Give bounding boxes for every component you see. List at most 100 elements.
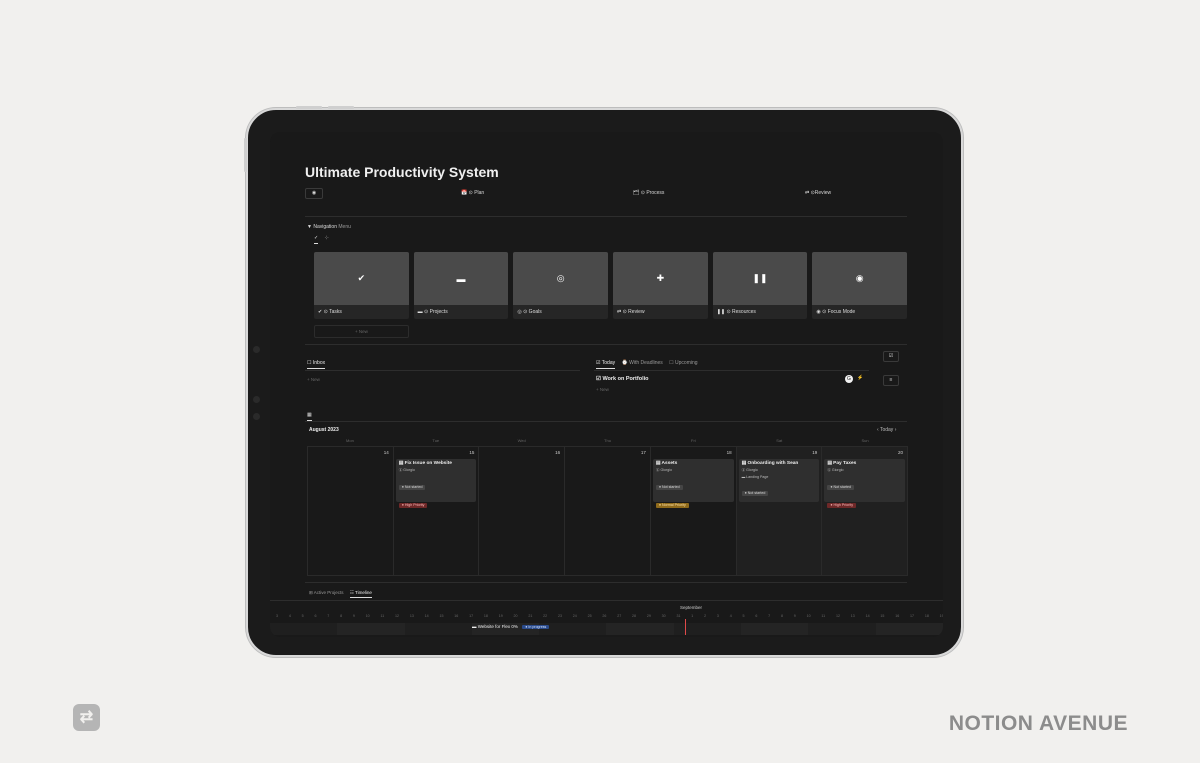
timeline-day-header: 3 4 5 6 7 8 9 10 11 12 13 14 15 16 17 18 19 20 21 22 23 24 25 2… [276,614,943,618]
status-badge: ● Not started [741,491,769,496]
checkbox-button[interactable]: ☑ [883,351,899,362]
timeline-day-label: 17 [910,614,915,618]
timeline-day-label: 5 [301,614,304,618]
resources-card[interactable]: ❚❚ ❚❚ ⊙ Resources [712,252,808,319]
timeline-day-label: 20 [513,614,518,618]
timeline-day-label: 9 [793,614,796,618]
calendar-day[interactable]: 14 [308,447,394,575]
timeline-day-label: 3 [716,614,719,618]
timeline-day-label: 19 [939,614,943,618]
day-number: 14 [383,450,389,455]
volume-button [296,106,322,109]
tab-active-projects[interactable]: ⊞ Active Projects [309,590,344,595]
review-link[interactable]: ⇄ ⊙Review [805,190,831,196]
timeline-day-label: 8 [340,614,343,618]
process-link[interactable]: 🗂 ⊙ Process [633,190,664,196]
tasks-card[interactable]: ✔ ✔ ⊙ Tasks [314,252,409,319]
gallery-view-tab[interactable]: ✓ [314,235,319,244]
priority-badge: ● High Priority [827,503,857,508]
page-title: Ultimate Productivity System [305,164,499,180]
timeline-day-label: 26 [602,614,607,618]
calendar-day[interactable]: 20 ▤ Pay Taxes ⓖ Giorgio ● Not started ●… [822,447,908,575]
event-assignee: ⓖ Giorgio [655,468,673,472]
focus-mode-card[interactable]: ◉ ◉ ⊙ Focus Mode [812,252,908,319]
calendar-event[interactable]: ▤ Fix Issue on Website ⓖ Giorgio ● Not s… [395,459,477,508]
calendar-event[interactable]: ▤ Pay Taxes ⓖ Giorgio ● Not started ● Hi… [824,459,906,508]
plus-message-icon: ✚ [613,252,708,305]
weekday-label: Mon [346,438,354,443]
tab-today[interactable]: ☑ Today [596,360,616,369]
day-number: 16 [555,450,561,455]
timeline-day-label: 28 [632,614,637,618]
weekday-label: Sat [776,438,783,443]
calendar-day[interactable]: 18 ▤ Assets ⓖ Giorgio ● Not started ● No… [651,447,737,575]
weekday-label: Tue [432,438,440,443]
divider [305,421,907,422]
divider [305,216,907,217]
navigation-toggle[interactable]: ▼ Navigation Menu [307,224,351,230]
eye-icon: ◉ [812,252,908,305]
calendar-day[interactable]: 15 ▤ Fix Issue on Website ⓖ Giorgio ● No… [394,447,480,575]
sensor-dot [253,413,260,420]
weekday-label: Sun [861,438,869,443]
calendar-event[interactable]: ▤ Assets ⓖ Giorgio ● Not started ● Norma… [652,459,734,508]
calendar-event[interactable]: ▤ Onboarding with Sean ⓖ Giorgio ▬ Landi… [738,459,820,502]
review-card[interactable]: ✚ ⇄ ⊙ Review [613,252,708,319]
divider [305,582,907,583]
weekday-label: Thu [604,438,611,443]
calendar-day[interactable]: 19 ▤ Onboarding with Sean ⓖ Giorgio ▬ La… [736,447,823,575]
status-badge: ● Not started [398,485,426,490]
weekday-header: Mon Tue Wed Thu Fri Sat Sun [307,438,908,443]
task-new-button[interactable]: + New [596,387,609,392]
calendar-day[interactable]: 16 [479,447,566,575]
timeline-day-label: 4 [729,614,732,618]
timeline-day-label: 4 [288,614,291,618]
volume-button [328,106,354,109]
timeline-day-label: 15 [880,614,885,618]
tab-timeline[interactable]: ☷ Timeline [349,590,372,598]
event-title: ▤ Assets [655,461,678,466]
timeline-month: September [680,605,703,610]
day-number: 15 [469,450,475,455]
event-title: ▤ Fix Issue on Website [398,461,452,466]
inbox-new-button[interactable]: + New [307,377,320,382]
tab-with-deadlines[interactable]: ⌚ With Deadlines [622,360,663,366]
timeline-day-label: 10 [806,614,811,618]
calendar-nav[interactable]: ‹ Today › [877,427,896,433]
timeline-day-label: 23 [557,614,562,618]
event-assignee: ⓖ Giorgio [827,468,844,472]
timeline-day-label: 13 [409,614,414,618]
projects-card[interactable]: ▬ ▬ ⊙ Projects [413,252,509,319]
target-icon: ◎ [513,252,609,305]
calendar-day[interactable]: 17 [565,447,651,575]
event-project: ▬ Landing Page [741,475,769,479]
tab-upcoming[interactable]: ☐ Upcoming [669,360,697,366]
inbox-tab[interactable]: ☐ Inbox [307,360,326,369]
folder-icon: ▬ [413,252,509,305]
plan-link[interactable]: 📅 ⊙ Plan [461,190,484,196]
divider [305,344,907,345]
tablet-frame: Ultimate Productivity System ◉ 📅 ⊙ Plan … [244,106,963,657]
list-view-tab[interactable]: ⊹ [325,235,329,241]
avatar: G [845,375,853,383]
calendar-month: August 2023 [309,427,339,433]
card-label: ◉ ⊙ Focus Mode [816,309,856,315]
timeline-day-label: 7 [768,614,771,618]
timeline-day-label: 17 [469,614,474,618]
timeline-day-label: 25 [587,614,592,618]
goals-card[interactable]: ◎ ◎ ⊙ Goals [513,252,609,319]
timeline-day-label: 27 [617,614,622,618]
calendar-icon[interactable]: ▦ [307,412,312,421]
task-item[interactable]: ☑ Work on Portfolio [596,376,649,382]
timeline-track [270,623,943,635]
card-label: ⇄ ⊙ Review [617,309,645,315]
today-marker [685,619,686,635]
list-button[interactable]: ≡ [883,375,899,386]
status-badge: ● Not started [827,485,855,490]
event-assignee: ⓖ Giorgio [741,468,758,472]
timeline-day-label: 21 [528,614,533,618]
eye-icon[interactable]: ◉ [305,188,323,199]
day-number: 18 [726,450,732,455]
new-card-button[interactable]: + New [314,325,409,338]
timeline-item[interactable]: ▬ Website for Flex 0% ● In progress [472,624,550,629]
